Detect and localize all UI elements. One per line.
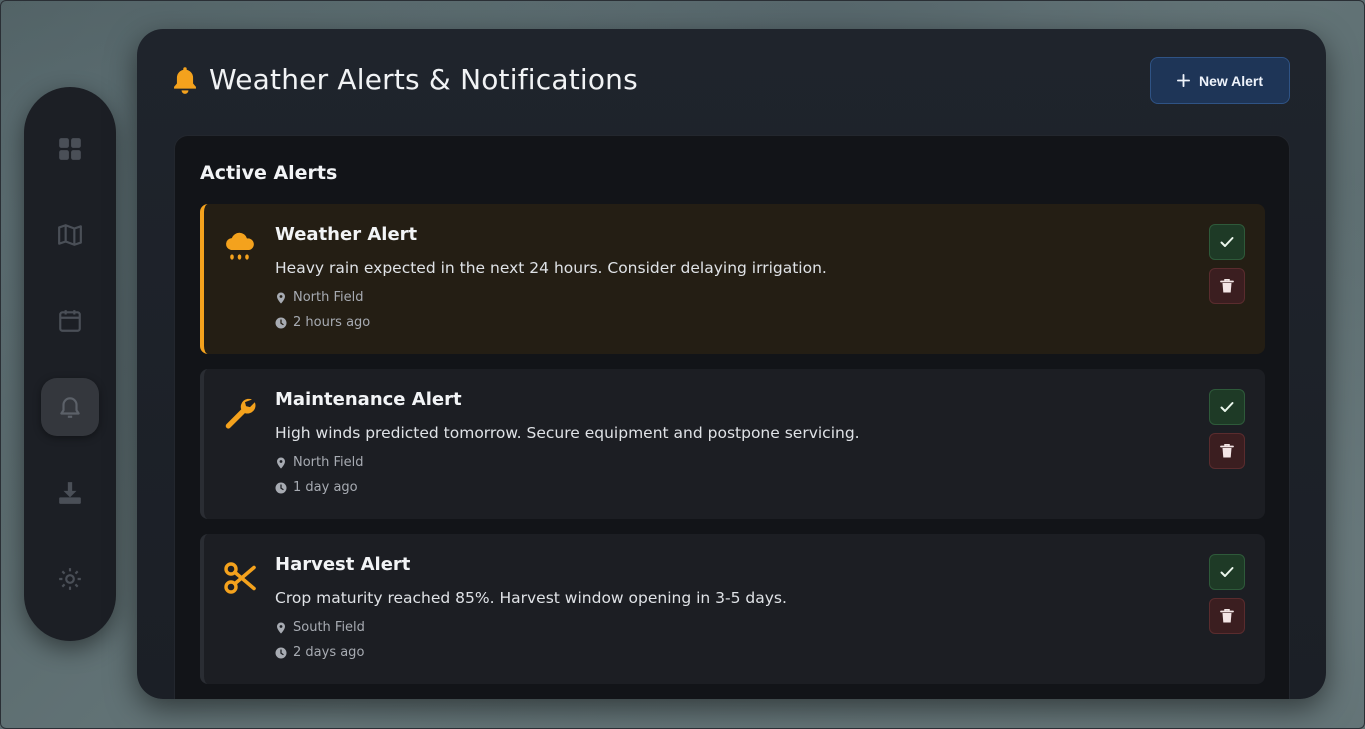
trash-icon xyxy=(1220,609,1234,623)
alert-location: South Field xyxy=(275,620,365,635)
acknowledge-button[interactable] xyxy=(1209,224,1245,260)
bell-icon xyxy=(174,67,196,94)
download-icon xyxy=(59,482,81,504)
acknowledge-button[interactable] xyxy=(1209,554,1245,590)
acknowledge-button[interactable] xyxy=(1209,389,1245,425)
delete-button[interactable] xyxy=(1209,433,1245,469)
page-title: Weather Alerts & Notifications xyxy=(209,63,638,96)
active-alerts-card: Active Alerts Weather Alert Heavy rain e… xyxy=(174,135,1290,699)
alert-time-text: 2 days ago xyxy=(293,645,365,660)
map-icon xyxy=(58,224,82,246)
new-alert-label: New Alert xyxy=(1198,72,1264,89)
alerts-panel: Weather Alerts & Notifications New Alert… xyxy=(137,29,1326,699)
alert-time: 2 hours ago xyxy=(275,315,370,330)
clock-icon xyxy=(275,647,287,658)
cloud-rain-icon xyxy=(226,232,254,260)
check-icon xyxy=(1220,237,1234,247)
bell-icon xyxy=(60,397,80,418)
alert-title: Weather Alert xyxy=(275,224,418,245)
alert-time: 2 days ago xyxy=(275,645,364,660)
check-icon xyxy=(1220,402,1234,412)
alert-item-harvest: Harvest Alert Crop maturity reached 85%.… xyxy=(200,534,1265,684)
plus-icon xyxy=(1176,74,1190,87)
alert-location-text: North Field xyxy=(293,455,364,470)
check-icon xyxy=(1220,567,1234,577)
trash-icon xyxy=(1220,279,1234,293)
alert-message: Heavy rain expected in the next 24 hours… xyxy=(275,259,827,277)
delete-button[interactable] xyxy=(1209,598,1245,634)
sidebar-item-dashboard[interactable] xyxy=(41,120,99,178)
clock-icon xyxy=(275,317,287,328)
alert-item-maintenance: Maintenance Alert High winds predicted t… xyxy=(200,369,1265,519)
delete-button[interactable] xyxy=(1209,268,1245,304)
alert-message: Crop maturity reached 85%. Harvest windo… xyxy=(275,589,787,607)
alert-time: 1 day ago xyxy=(275,480,358,495)
alert-location: North Field xyxy=(275,290,364,305)
alert-title: Harvest Alert xyxy=(275,554,411,575)
alert-location-text: North Field xyxy=(293,290,364,305)
trash-icon xyxy=(1220,444,1234,458)
scissors-icon xyxy=(224,562,256,594)
calendar-icon xyxy=(59,310,81,332)
alert-message: High winds predicted tomorrow. Secure eq… xyxy=(275,424,860,442)
section-title: Active Alerts xyxy=(200,162,338,184)
sidebar-item-map[interactable] xyxy=(41,206,99,264)
map-pin-icon xyxy=(277,292,285,303)
map-pin-icon xyxy=(277,622,285,633)
sidebar-item-settings[interactable] xyxy=(41,550,99,608)
sidebar-item-alerts[interactable] xyxy=(41,378,99,436)
gear-icon xyxy=(59,568,81,590)
map-pin-icon xyxy=(277,457,285,468)
sidebar-nav xyxy=(24,87,116,641)
sidebar-item-download[interactable] xyxy=(41,464,99,522)
alert-time-text: 2 hours ago xyxy=(293,315,371,330)
alert-title: Maintenance Alert xyxy=(275,389,462,410)
alert-item-weather: Weather Alert Heavy rain expected in the… xyxy=(200,204,1265,354)
grid-icon xyxy=(59,138,81,160)
wrench-icon xyxy=(225,398,256,429)
clock-icon xyxy=(275,482,287,493)
sidebar-item-calendar[interactable] xyxy=(41,292,99,350)
alert-time-text: 1 day ago xyxy=(293,480,358,495)
alert-location: North Field xyxy=(275,455,364,470)
new-alert-button[interactable]: New Alert xyxy=(1150,57,1290,104)
alert-location-text: South Field xyxy=(293,620,365,635)
